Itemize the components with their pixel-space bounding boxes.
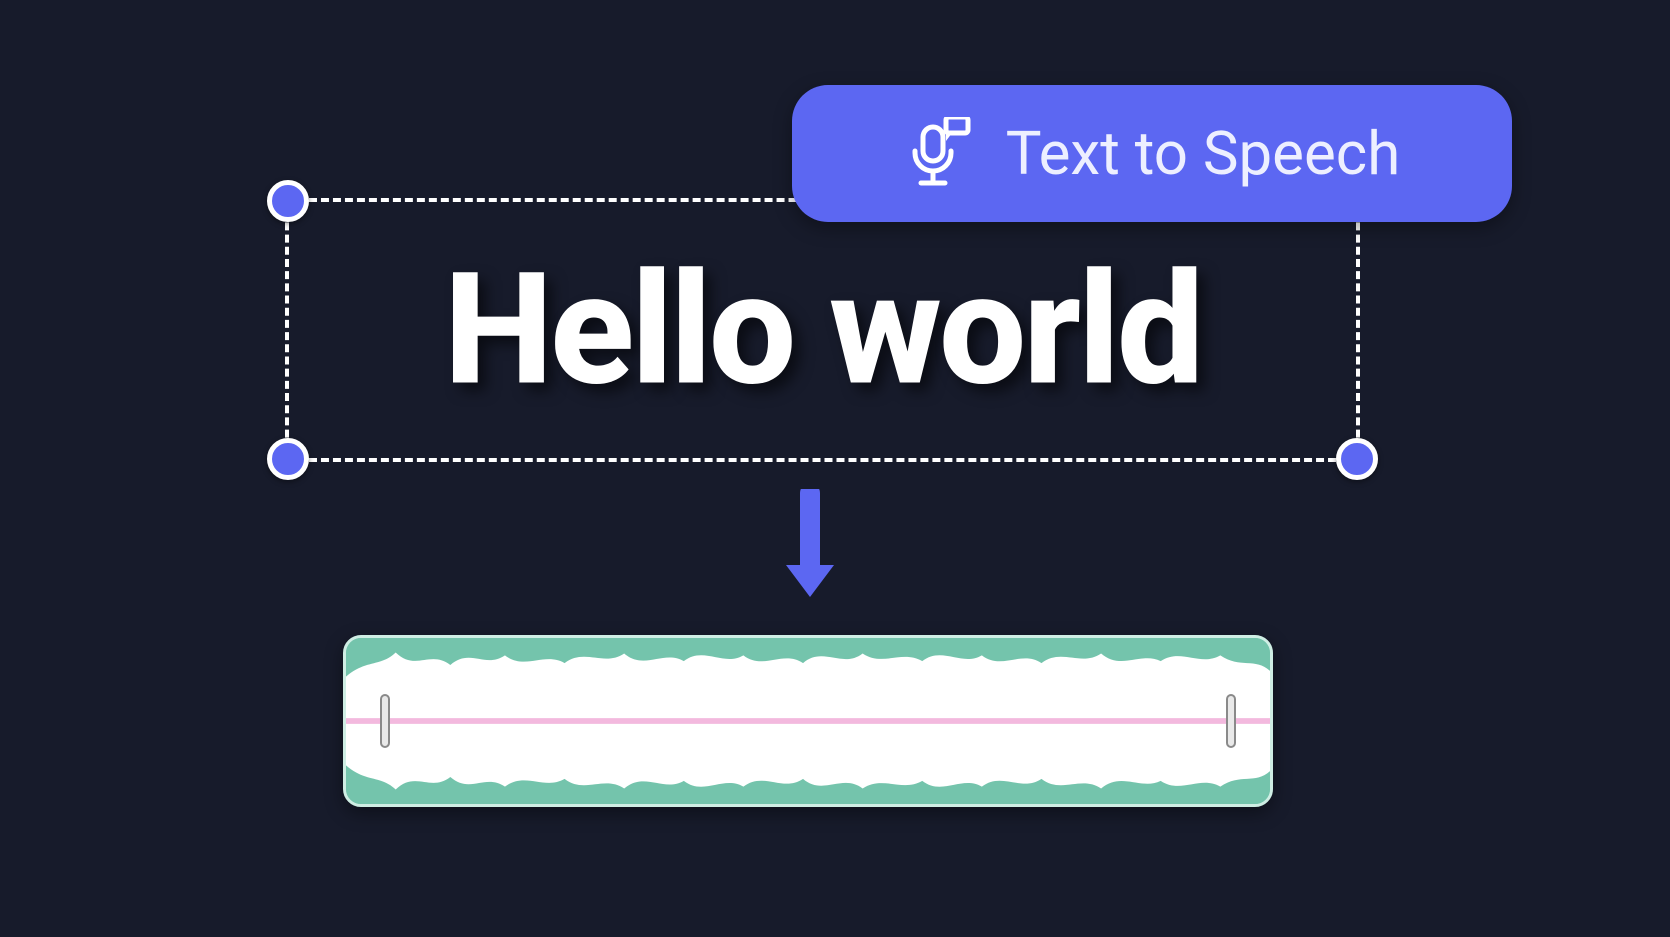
resize-handle-top-left[interactable] (267, 180, 309, 222)
arrow-down-icon (780, 489, 840, 603)
text-selection-box[interactable]: Hello world (285, 198, 1360, 462)
microphone-icon (904, 117, 972, 191)
clip-trim-handle-left[interactable] (380, 694, 390, 748)
text-to-speech-button[interactable]: Text to Speech (792, 85, 1512, 222)
diagram-stage: Hello world Text to Speech (0, 0, 1670, 937)
resize-handle-bottom-left[interactable] (267, 438, 309, 480)
waveform-graphic (346, 638, 1270, 804)
clip-trim-handle-right[interactable] (1226, 694, 1236, 748)
text-to-speech-label: Text to Speech (1006, 118, 1401, 189)
audio-waveform-clip[interactable] (343, 635, 1273, 807)
selected-text[interactable]: Hello world (444, 253, 1201, 408)
resize-handle-bottom-right[interactable] (1336, 438, 1378, 480)
